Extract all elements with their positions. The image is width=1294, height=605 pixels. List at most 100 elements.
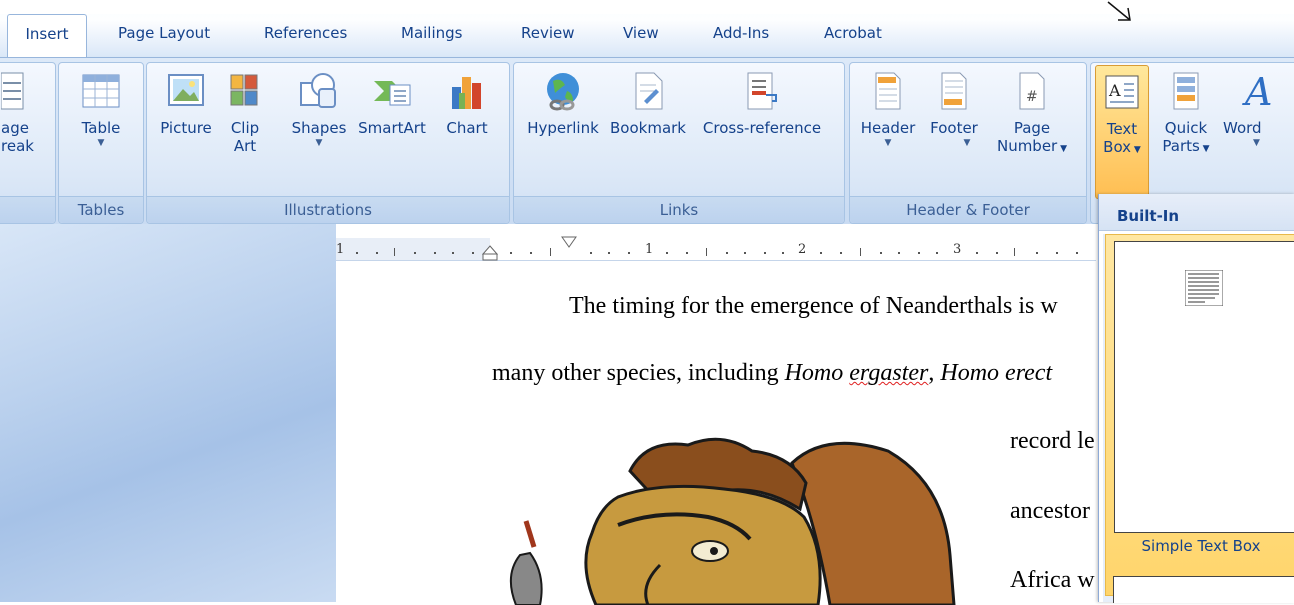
page-break-label-1: age — [1, 119, 29, 137]
chevron-down-icon: ▼ — [97, 138, 105, 148]
page-number-label-2: Number ▼ — [996, 137, 1068, 155]
ruler-margin — [336, 238, 490, 260]
simple-text-box-thumbnail — [1114, 241, 1294, 533]
group-links: Hyperlink Bookmark Cross-reference Links — [513, 62, 845, 224]
pointer-arrow-icon — [1107, 1, 1131, 21]
tab-review[interactable]: Review — [521, 22, 575, 56]
tab-acrobat[interactable]: Acrobat — [824, 22, 882, 56]
group-tables: Table ▼ Tables — [58, 62, 144, 224]
shapes-label: Shapes — [291, 119, 347, 137]
footer-button[interactable]: Footer ▼ — [922, 71, 986, 149]
simple-text-box-label: Simple Text Box — [1141, 537, 1261, 555]
wordart-icon: A — [1241, 70, 1281, 114]
group-label-tables: Tables — [59, 196, 143, 223]
document-page[interactable]: The timing for the emergence of Neandert… — [336, 261, 1096, 605]
chart-button[interactable]: Chart — [439, 71, 495, 137]
text-box-preview-icon — [1185, 270, 1223, 306]
wordart-button[interactable]: A Word ▼ — [1223, 70, 1293, 149]
first-line-indent-marker-icon[interactable] — [561, 236, 577, 250]
svg-text:A: A — [1108, 81, 1121, 100]
group-label-pages — [0, 196, 55, 223]
text-box-label-2: Box ▼ — [1103, 138, 1141, 156]
hanging-indent-marker-icon[interactable] — [481, 244, 499, 262]
neanderthal-clip-art-image[interactable] — [500, 425, 980, 605]
group-header-footer: Header ▼ Footer ▼ # Page Number ▼ Header… — [849, 62, 1087, 224]
table-label: Table — [81, 119, 121, 137]
ruler-number: 3 — [953, 242, 962, 257]
quick-parts-icon — [1166, 71, 1206, 111]
chevron-down-icon: ▼ — [963, 138, 971, 148]
bookmark-icon — [628, 71, 668, 111]
shapes-button[interactable]: Shapes ▼ — [287, 71, 351, 149]
page-break-label-2: reak — [1, 137, 34, 155]
group-pages: age reak — [0, 62, 56, 224]
chart-icon — [447, 71, 487, 111]
ruler-number: 1 — [645, 242, 654, 257]
document-line-3: record le — [1010, 428, 1095, 454]
tab-references[interactable]: References — [264, 22, 347, 56]
chevron-down-icon: ▼ — [315, 138, 323, 148]
cross-reference-icon — [742, 71, 782, 111]
quick-parts-label-2: Parts ▼ — [1162, 137, 1210, 155]
ruler-number: 1 — [336, 242, 345, 257]
page-number-icon: # — [1012, 71, 1052, 111]
text-box-icon: A — [1102, 72, 1142, 112]
quick-parts-label-1: Quick — [1164, 119, 1208, 137]
page-number-button[interactable]: # Page Number ▼ — [990, 71, 1074, 158]
horizontal-ruler[interactable]: 1 1 2 3 — [336, 236, 1096, 262]
group-label-links: Links — [514, 196, 844, 223]
document-line-4: ancestor — [1010, 498, 1090, 524]
header-label: Header — [860, 119, 916, 137]
hyperlink-button[interactable]: Hyperlink — [522, 71, 604, 137]
group-label-illustrations: Illustrations — [147, 196, 509, 223]
bookmark-label: Bookmark — [610, 119, 686, 137]
picture-button[interactable]: Picture — [157, 71, 215, 137]
chart-label: Chart — [446, 119, 488, 137]
bookmark-button[interactable]: Bookmark — [606, 71, 690, 137]
ruler-number: 2 — [798, 242, 807, 257]
ribbon-tab-bar: Insert Page Layout References Mailings R… — [0, 0, 1294, 60]
group-label-header-footer: Header & Footer — [850, 196, 1086, 223]
gallery-heading: Built-In — [1099, 194, 1294, 231]
smartart-button[interactable]: SmartArt — [355, 71, 429, 137]
workspace-background — [0, 224, 336, 602]
page-break-button[interactable]: age reak — [0, 71, 41, 155]
tab-add-ins[interactable]: Add-Ins — [713, 22, 769, 56]
smartart-icon — [372, 71, 412, 111]
svg-text:#: # — [1026, 89, 1038, 105]
table-button[interactable]: Table ▼ — [71, 71, 131, 149]
tab-mailings[interactable]: Mailings — [401, 22, 462, 56]
hyperlink-label: Hyperlink — [527, 119, 599, 137]
document-line-1: The timing for the emergence of Neandert… — [569, 293, 1058, 319]
tab-insert[interactable]: Insert — [7, 14, 87, 59]
wordart-label: Word — [1223, 119, 1262, 137]
header-button[interactable]: Header ▼ — [858, 71, 918, 149]
table-icon — [81, 71, 121, 111]
page-number-label-1: Page — [1013, 119, 1051, 137]
text-box-label-1: Text — [1106, 120, 1138, 138]
tab-page-layout[interactable]: Page Layout — [118, 22, 210, 56]
cross-reference-label: Cross-reference — [702, 119, 822, 137]
shapes-icon — [299, 71, 339, 111]
text-box-button[interactable]: A Text Box ▼ — [1095, 65, 1149, 199]
next-text-box-option[interactable] — [1113, 576, 1294, 603]
globe-link-icon — [543, 71, 583, 111]
clip-art-button[interactable]: Clip Art — [225, 71, 265, 155]
footer-label: Footer — [930, 119, 978, 137]
document-line-2: many other species, including Homo ergas… — [492, 360, 1053, 386]
chevron-down-icon: ▼ — [884, 138, 892, 148]
smartart-label: SmartArt — [358, 119, 426, 137]
clip-art-icon — [225, 71, 265, 111]
quick-parts-button[interactable]: Quick Parts ▼ — [1155, 71, 1217, 158]
cross-reference-button[interactable]: Cross-reference — [694, 71, 830, 137]
chevron-down-icon: ▼ — [1253, 138, 1260, 148]
group-illustrations: Picture Clip Art Shapes ▼ SmartArt Chart… — [146, 62, 510, 224]
simple-text-box-option[interactable]: Simple Text Box — [1105, 234, 1294, 596]
svg-text:A: A — [1242, 71, 1272, 111]
tab-view[interactable]: View — [623, 22, 659, 56]
picture-label: Picture — [160, 119, 212, 137]
picture-icon — [166, 71, 206, 111]
page-break-icon — [0, 71, 41, 111]
text-box-gallery: Built-In Simple Text Box — [1098, 194, 1294, 603]
header-icon — [868, 71, 908, 111]
